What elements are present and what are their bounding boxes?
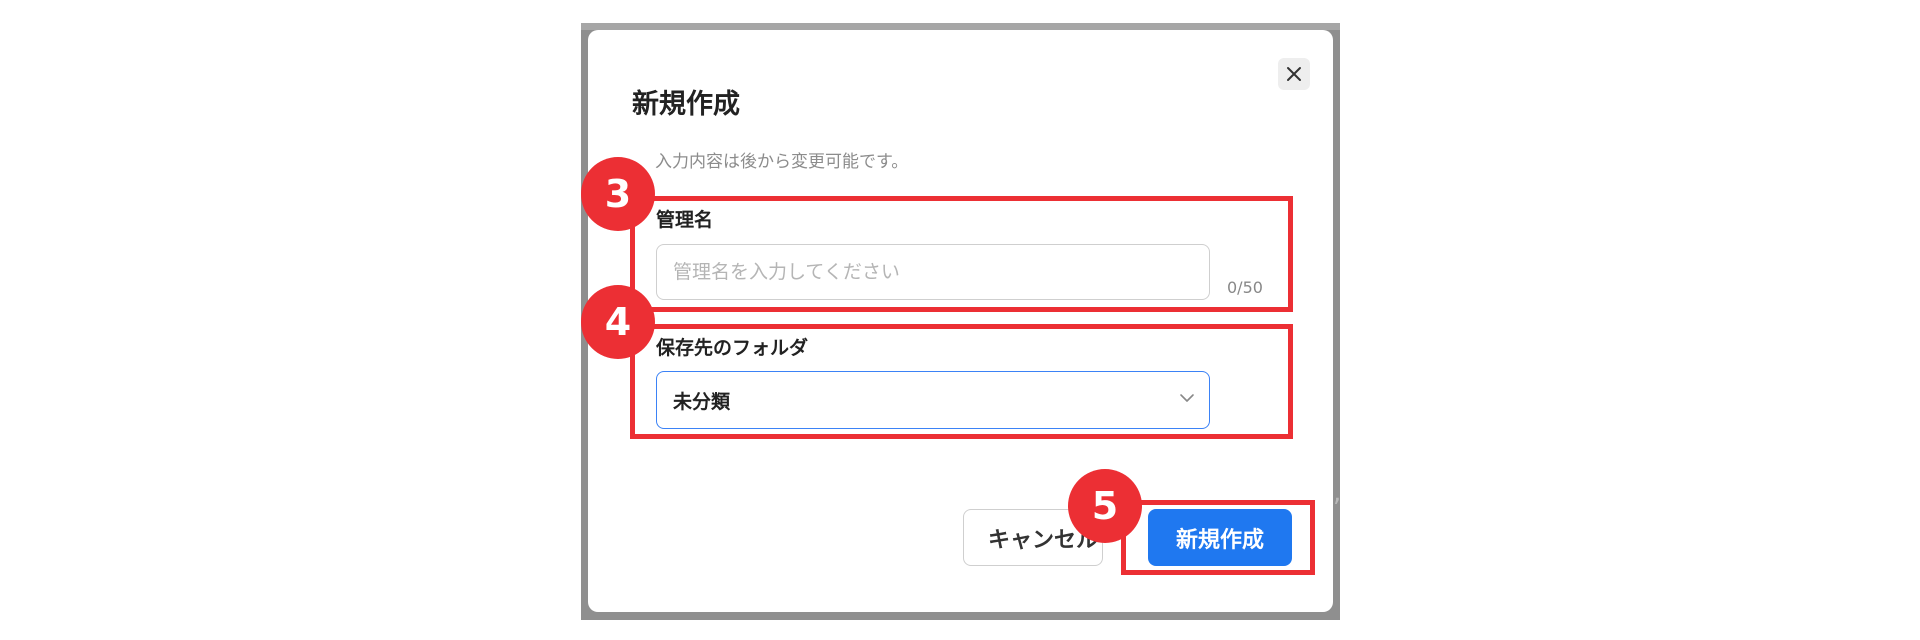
step-badge-3: 3 — [581, 157, 655, 231]
name-field-label: 管理名 — [656, 209, 714, 231]
folder-select-value: 未分類 — [673, 390, 731, 413]
folder-select[interactable]: 未分類 — [656, 371, 1210, 429]
dialog-title: 新規作成 — [632, 89, 740, 120]
create-button[interactable]: 新規作成 — [1148, 509, 1292, 566]
background-strip — [581, 23, 1340, 30]
step-badge-4: 4 — [581, 285, 655, 359]
character-counter: 0/50 — [1227, 278, 1263, 297]
close-icon — [1287, 67, 1301, 81]
step-badge-5: 5 — [1068, 469, 1142, 543]
chevron-down-icon — [1180, 394, 1194, 402]
background-glyph: , — [1333, 478, 1342, 508]
folder-field-label: 保存先のフォルダ — [656, 337, 809, 359]
close-button[interactable] — [1278, 58, 1310, 90]
name-input[interactable] — [656, 244, 1210, 300]
dialog-description: 入力内容は後から変更可能です。 — [655, 152, 909, 172]
